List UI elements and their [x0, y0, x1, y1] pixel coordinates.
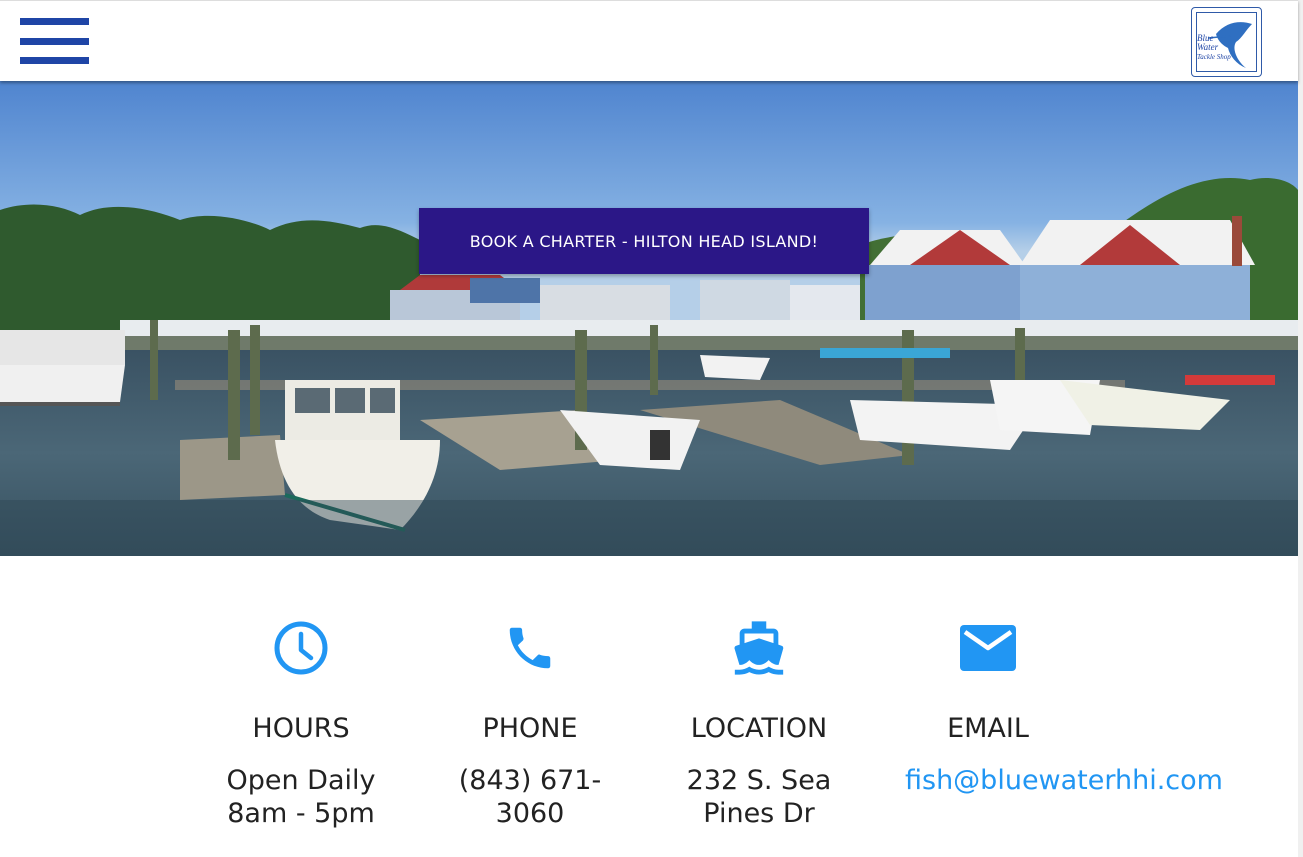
phone-value[interactable]: (843) 671-3060	[455, 764, 605, 830]
ferry-icon	[644, 612, 874, 684]
menu-bar	[20, 57, 89, 64]
hours-value: Open Daily 8am - 5pm	[226, 765, 376, 829]
email-title: EMAIL	[947, 713, 1029, 744]
phone-icon	[415, 612, 645, 684]
menu-bar	[20, 38, 89, 45]
logo-text: Blue Water Tackle Shop	[1197, 34, 1231, 62]
logo-line-3: Tackle Shop	[1197, 53, 1231, 61]
location-section: LOCATION 232 S. Sea Pines Dr	[644, 612, 874, 830]
location-title: LOCATION	[690, 713, 828, 744]
phone-section: PHONE (843) 671-3060	[415, 612, 645, 830]
phone-title: PHONE	[482, 713, 578, 744]
menu-bar	[20, 18, 89, 25]
page-scrollbar[interactable]	[1298, 0, 1303, 857]
marina-illustration	[0, 178, 1298, 556]
location-value: 232 S. Sea Pines Dr	[686, 765, 832, 829]
logo-line-2: Water	[1197, 42, 1219, 52]
email-link[interactable]: fish@bluewaterhhi.com	[905, 764, 1225, 797]
email-icon	[873, 612, 1103, 684]
blue-water-logo[interactable]: Blue Water Tackle Shop	[1191, 7, 1262, 77]
hours-section: HOURS Open Daily 8am - 5pm	[186, 612, 416, 830]
clock-icon	[186, 612, 416, 684]
hero-marina-image: BOOK A CHARTER - HILTON HEAD ISLAND!	[0, 80, 1298, 556]
book-charter-button[interactable]: BOOK A CHARTER - HILTON HEAD ISLAND!	[419, 208, 869, 274]
email-section: EMAIL fish@bluewaterhhi.com	[873, 612, 1223, 797]
site-header: Blue Water Tackle Shop	[0, 0, 1298, 81]
hamburger-menu-button[interactable]	[20, 18, 89, 66]
hours-title: HOURS	[252, 713, 350, 744]
